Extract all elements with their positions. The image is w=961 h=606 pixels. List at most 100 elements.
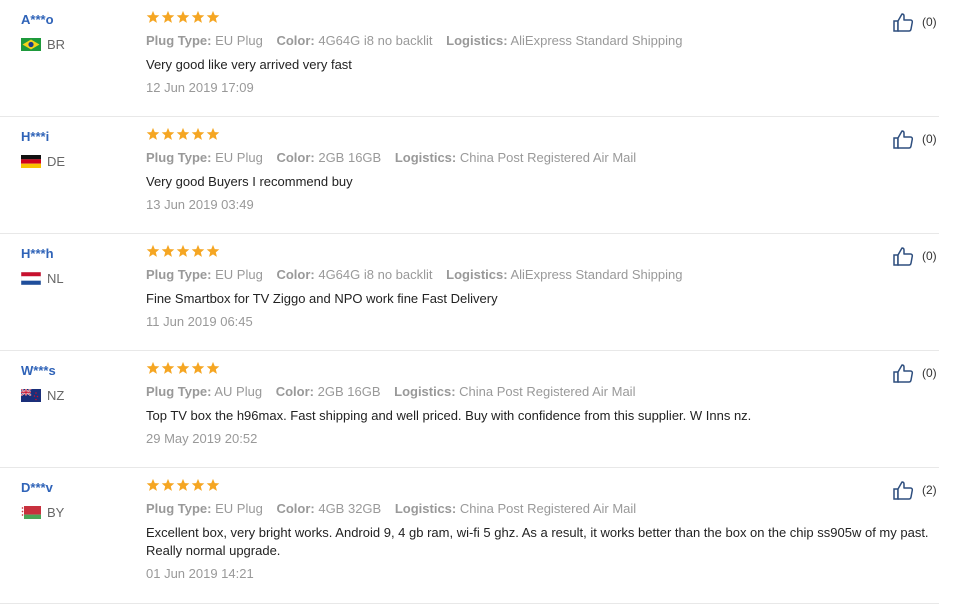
color-label: Color:: [276, 33, 315, 48]
netherlands-flag-icon: [21, 272, 41, 285]
review-text: Top TV box the h96max. Fast shipping and…: [146, 408, 752, 423]
star-rating: [146, 127, 939, 145]
star-icon: [146, 127, 160, 140]
germany-flag-icon: [21, 155, 41, 168]
plug-type-label: Plug Type:: [146, 267, 212, 282]
logistics-value: China Post Registered Air Mail: [459, 384, 636, 399]
brazil-flag-icon: [21, 38, 41, 51]
color-value: 2GB 16GB: [318, 150, 382, 165]
plug-type-value: EU Plug: [215, 501, 263, 516]
thumbs-up-icon[interactable]: [892, 128, 916, 150]
belarus-flag-icon: [21, 506, 41, 519]
review-date: 11 Jun 2019 06:45: [146, 314, 253, 329]
review-date: 29 May 2019 20:52: [146, 431, 258, 446]
helpful-count: (0): [922, 249, 937, 263]
helpful-button[interactable]: (2): [892, 479, 937, 501]
star-icon: [176, 244, 190, 257]
thumbs-up-icon[interactable]: [892, 362, 916, 384]
helpful-count: (0): [922, 366, 937, 380]
logistics-value: AliExpress Standard Shipping: [510, 267, 683, 282]
review-date: 13 Jun 2019 03:49: [146, 197, 254, 212]
order-attributes: Plug Type: EU Plug Color: 2GB 16GB Logis…: [146, 149, 939, 167]
star-icon: [146, 244, 160, 257]
review-item: H***h NL Plug Type: EU Plug Color: 4G64G: [0, 234, 939, 351]
helpful-count: (0): [922, 132, 937, 146]
logistics-label: Logistics:: [394, 384, 456, 399]
logistics-value: China Post Registered Air Mail: [459, 501, 637, 516]
reviewer-info: W***s NZ: [21, 363, 64, 403]
star-icon: [146, 10, 160, 23]
star-icon: [161, 361, 175, 374]
star-icon: [146, 361, 160, 374]
order-attributes: Plug Type: EU Plug Color: 4G64G i8 no ba…: [146, 266, 939, 284]
star-icon: [146, 478, 160, 491]
plug-type-label: Plug Type:: [146, 501, 212, 516]
helpful-button[interactable]: (0): [892, 11, 937, 33]
review-item: H***i DE Plug Type: EU Plug Color: 2GB 1…: [0, 117, 939, 234]
star-icon: [206, 361, 220, 374]
star-icon: [191, 361, 205, 374]
reviewer-name: H***h: [21, 246, 54, 261]
review-content: Plug Type: EU Plug Color: 4G64G i8 no ba…: [146, 244, 939, 331]
country-code: BR: [47, 37, 66, 52]
color-label: Color:: [275, 384, 314, 399]
color-value: 4GB 32GB: [318, 501, 382, 516]
plug-type-label: Plug Type:: [146, 33, 212, 48]
review-item: D***v BY Plug Type: EU Plug Color: 4GB 3…: [0, 468, 939, 604]
review-content: Plug Type: EU Plug Color: 2GB 16GB Logis…: [146, 127, 939, 214]
color-value: 4G64G i8 no backlit: [318, 267, 433, 282]
reviewer-country: BY: [21, 505, 64, 520]
plug-type-label: Plug Type:: [146, 384, 212, 399]
color-label: Color:: [276, 150, 315, 165]
plug-type-value: EU Plug: [215, 150, 263, 165]
thumbs-up-icon[interactable]: [892, 245, 916, 267]
reviewer-name: D***v: [21, 480, 53, 495]
star-icon: [176, 127, 190, 140]
reviewer-country: NL: [21, 271, 64, 286]
star-icon: [191, 244, 205, 257]
helpful-button[interactable]: (0): [892, 128, 937, 150]
reviewer-name: H***i: [21, 129, 50, 144]
logistics-value: China Post Registered Air Mail: [459, 150, 637, 165]
color-value: 4G64G i8 no backlit: [318, 33, 433, 48]
star-icon: [191, 10, 205, 23]
reviewer-info: H***i DE: [21, 129, 65, 169]
thumbs-up-icon[interactable]: [892, 11, 916, 33]
star-icon: [161, 127, 175, 140]
color-label: Color:: [276, 267, 315, 282]
reviewer-country: DE: [21, 154, 65, 169]
star-icon: [206, 10, 220, 23]
country-code: BY: [47, 505, 65, 520]
star-icon: [191, 127, 205, 140]
review-content: Plug Type: EU Plug Color: 4GB 32GB Logis…: [146, 478, 939, 583]
color-value: 2GB 16GB: [317, 384, 381, 399]
order-attributes: Plug Type: EU Plug Color: 4G64G i8 no ba…: [146, 32, 939, 50]
review-item: A***o BR Plug Type: EU Plug Color: 4G64G: [0, 0, 939, 117]
helpful-count: (2): [922, 483, 937, 497]
logistics-label: Logistics:: [446, 33, 508, 48]
helpful-button[interactable]: (0): [892, 362, 937, 384]
logistics-label: Logistics:: [394, 150, 457, 165]
reviewer-info: D***v BY: [21, 480, 64, 520]
star-icon: [176, 361, 190, 374]
helpful-button[interactable]: (0): [892, 245, 937, 267]
thumbs-up-icon[interactable]: [892, 479, 916, 501]
order-attributes: Plug Type: EU Plug Color: 4GB 32GB Logis…: [146, 500, 939, 518]
review-date: 01 Jun 2019 14:21: [146, 566, 254, 581]
star-icon: [161, 244, 175, 257]
star-icon: [206, 478, 220, 491]
review-content: Plug Type: AU Plug Color: 2GB 16GB Logis…: [146, 361, 939, 448]
star-icon: [176, 10, 190, 23]
review-text: Very good Buyers I recommend buy: [146, 174, 353, 189]
star-icon: [176, 478, 190, 491]
star-icon: [206, 127, 220, 140]
star-icon: [206, 244, 220, 257]
order-attributes: Plug Type: AU Plug Color: 2GB 16GB Logis…: [146, 383, 939, 401]
plug-type-value: EU Plug: [215, 267, 263, 282]
logistics-label: Logistics:: [394, 501, 457, 516]
review-item: W***s NZ Plug Type: AU Plug Color: 2GB 1…: [0, 351, 939, 468]
review-date: 12 Jun 2019 17:09: [146, 80, 254, 95]
helpful-count: (0): [922, 15, 937, 29]
star-rating: [146, 244, 939, 262]
reviewer-country: NZ: [21, 388, 64, 403]
